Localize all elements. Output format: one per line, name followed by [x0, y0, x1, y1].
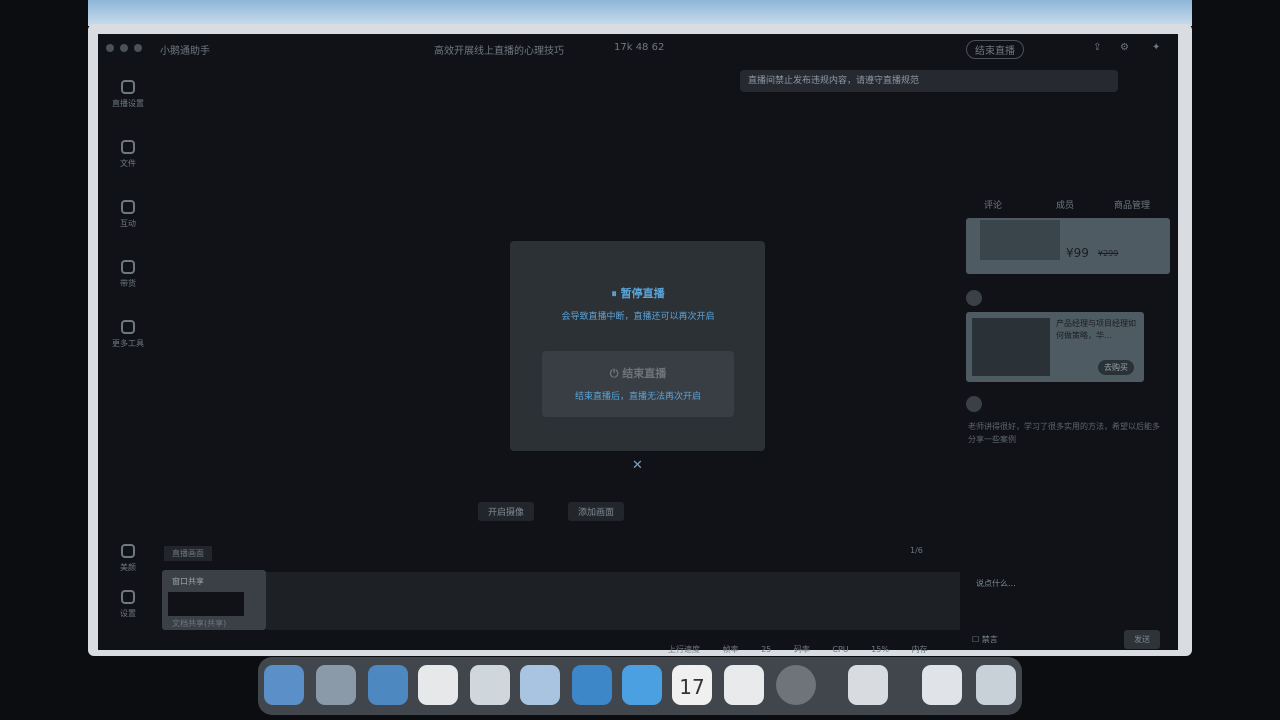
- dock-feishu[interactable]: [520, 665, 560, 705]
- toolbox-icon: [121, 320, 135, 334]
- sidebar-item-settings[interactable]: 直播设置: [106, 80, 150, 109]
- settings-icon: [121, 590, 135, 604]
- mute-checkbox[interactable]: ☐ 禁言: [972, 634, 998, 645]
- comment-text: 老师讲得很好，学习了很多实用的方法，希望以后能多分享一些案例: [968, 422, 1160, 444]
- beauty-icon: [121, 544, 135, 558]
- close-dialog-icon[interactable]: ✕: [632, 458, 643, 473]
- gear-icon: [121, 80, 135, 94]
- power-icon: ⏻: [609, 367, 623, 380]
- dock-wps[interactable]: [418, 665, 458, 705]
- chat-icon: [121, 200, 135, 214]
- maximize-window-button[interactable]: [134, 44, 142, 52]
- scene-item[interactable]: 窗口共享 文档共享(共享): [162, 570, 266, 630]
- dock-preview[interactable]: [848, 665, 888, 705]
- dock-photos[interactable]: [776, 665, 816, 705]
- folder-icon: [121, 140, 135, 154]
- tab-comments[interactable]: 评论: [984, 198, 1002, 211]
- tab-products[interactable]: 商品管理: [1114, 198, 1150, 211]
- course-card[interactable]: 产品经理与项目经理如何做策略，华... 去购买: [966, 312, 1144, 382]
- buy-button[interactable]: 去购买: [1098, 360, 1134, 375]
- dock-contacts[interactable]: [922, 665, 962, 705]
- sidebar-item-tools[interactable]: 更多工具: [106, 320, 150, 349]
- sidebar-item-preferences[interactable]: 设置: [106, 590, 150, 619]
- product-image: [980, 220, 1060, 260]
- dock-safari[interactable]: [368, 665, 408, 705]
- scene-label: 直播画面: [164, 546, 212, 561]
- sidebar-item-sell[interactable]: 带货: [106, 260, 150, 289]
- desktop-background: [88, 0, 1192, 26]
- avatar: [966, 290, 982, 306]
- bag-icon: [121, 260, 135, 274]
- stop-live-dialog: ⏸ 暂停直播 会导致直播中断，直播还可以再次开启 ⏻ 结束直播 结束直播后，直播…: [510, 241, 765, 451]
- sidebar-item-beauty[interactable]: 美颜: [106, 544, 150, 573]
- course-image: [972, 318, 1050, 376]
- app-name: 小鹅通助手: [160, 46, 210, 57]
- share-icon[interactable]: ⇪: [1093, 42, 1101, 53]
- pause-icon: ⏸: [611, 287, 621, 300]
- sidebar-item-files[interactable]: 文件: [106, 140, 150, 169]
- pin-icon[interactable]: ✦: [1152, 42, 1160, 53]
- scene-strip: [266, 572, 960, 630]
- live-app: 小鹅通助手 高效开展线上直播的心理技巧 17k 48 62 结束直播 ⇪ ⚙ ✦…: [98, 34, 1178, 654]
- dock-trash[interactable]: [976, 665, 1016, 705]
- add-scene-button[interactable]: 添加画面: [568, 502, 625, 521]
- sidebar-item-interact[interactable]: 互动: [106, 200, 150, 229]
- dock-chrome[interactable]: [316, 665, 356, 705]
- comment-input[interactable]: 说点什么...: [976, 578, 1016, 589]
- scene-thumbnail: [168, 592, 244, 616]
- product-card[interactable]: ¥99 ¥299: [966, 218, 1170, 274]
- end-live-button[interactable]: 结束直播: [966, 40, 1024, 59]
- camera-button[interactable]: 开启摄像: [478, 502, 535, 521]
- send-button[interactable]: 发送: [1124, 630, 1160, 649]
- scene-count: 1/6: [910, 546, 923, 555]
- settings-icon[interactable]: ⚙: [1120, 42, 1129, 53]
- pause-live-option[interactable]: ⏸ 暂停直播 会导致直播中断，直播还可以再次开启: [542, 271, 734, 337]
- dock-lark[interactable]: [572, 665, 612, 705]
- dock: 17: [258, 657, 1022, 715]
- dock-wechat[interactable]: [470, 665, 510, 705]
- end-live-option[interactable]: ⏻ 结束直播 结束直播后，直播无法再次开启: [542, 351, 734, 417]
- tab-members[interactable]: 成员: [1056, 198, 1074, 211]
- close-window-button[interactable]: [106, 44, 114, 52]
- status-bar: 上行速度 帧率 25 码率 CPU 15% 内存: [668, 645, 928, 654]
- dock-calendar[interactable]: 17: [672, 665, 712, 705]
- dock-qq[interactable]: [622, 665, 662, 705]
- live-title: 高效开展线上直播的心理技巧: [434, 46, 564, 57]
- minimize-window-button[interactable]: [120, 44, 128, 52]
- notice-banner: 直播间禁止发布违规内容，请遵守直播规范: [740, 70, 1118, 92]
- avatar: [966, 396, 982, 412]
- dock-finder[interactable]: [264, 665, 304, 705]
- live-stats: 17k 48 62: [614, 42, 665, 53]
- title-bar: 小鹅通助手 高效开展线上直播的心理技巧 17k 48 62 结束直播 ⇪ ⚙ ✦: [98, 34, 1178, 62]
- dock-tasks[interactable]: [724, 665, 764, 705]
